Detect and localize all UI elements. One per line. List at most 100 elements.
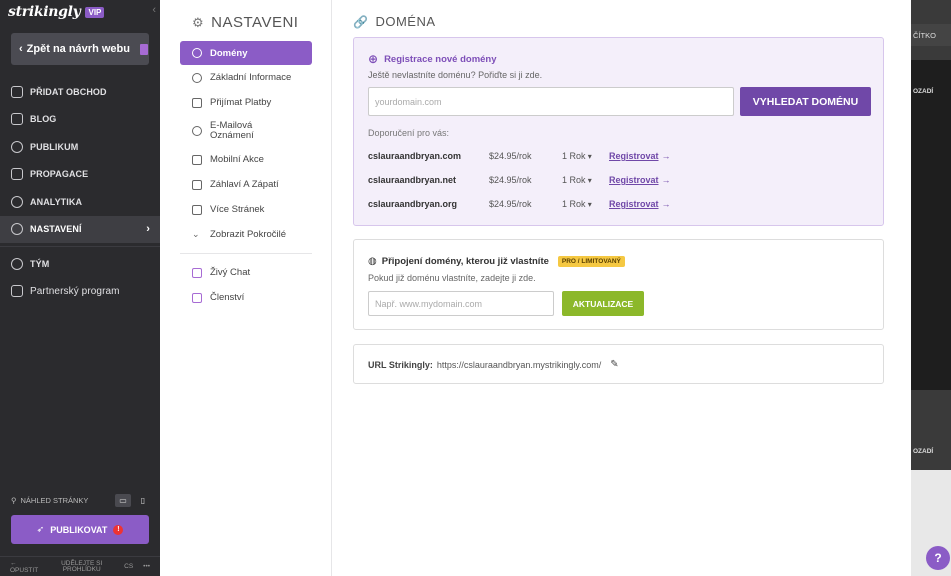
register-link[interactable]: Registrovat [609, 151, 671, 161]
settings-menu: ⚙ NASTAVENI Domény Základní Informace Př… [160, 0, 332, 576]
gear-icon [11, 223, 23, 236]
update-button[interactable]: AKTUALIZACE [562, 291, 644, 316]
edit-icon[interactable]: ✎ [610, 359, 618, 370]
register-link[interactable]: Registrovat [609, 175, 671, 185]
domain-price: $24.95/rok [489, 151, 532, 161]
back-label: Zpět na návrh webu [26, 43, 130, 55]
menu-item-label: E-Mailová Oznámení [210, 120, 254, 141]
sidebar-item-blog[interactable]: BLOG [0, 106, 160, 134]
suggestion-row: cslauraandbryan.net $24.95/rok 1 Rok Reg… [368, 175, 868, 187]
search-domain-button[interactable]: VYHLEDAT DOMÉNU [740, 87, 871, 116]
team-icon [11, 257, 23, 270]
logo[interactable]: strikingly [8, 4, 81, 20]
chevron-right-icon: › [146, 223, 150, 236]
menu-item-label: Živý Chat [210, 267, 251, 278]
sidebar-item-label: PŘIDAT OBCHOD [30, 86, 107, 97]
sidebar-item-analytics[interactable]: ANALYTIKA [0, 188, 160, 216]
menu-item-header-footer[interactable]: Záhlaví A Zápatí [180, 172, 312, 197]
connect-subtitle: Pokud již doménu vlastníte, zadejte ji z… [368, 273, 536, 283]
register-link[interactable]: Registrovat [609, 199, 671, 209]
chat-icon [192, 267, 202, 278]
strikingly-url-box: URL Strikingly: https://cslauraandbryan.… [353, 344, 884, 384]
domain-search-input[interactable]: yourdomain.com [368, 87, 734, 116]
menu-item-basic-info[interactable]: Základní Informace [180, 65, 312, 90]
menu-item-label: Záhlaví A Zápatí [210, 179, 279, 190]
page-title: 🔗 DOMÉNA [353, 14, 436, 29]
sidebar-item-label: PROPAGACE [30, 169, 89, 180]
register-subtitle: Ještě nevlastníte doménu? Pořiďte si ji … [368, 70, 543, 80]
suggested-domain: cslauraandbryan.org [368, 199, 458, 209]
suggestion-row: cslauraandbryan.com $24.95/rok 1 Rok Reg… [368, 151, 868, 163]
preview-label[interactable]: NÁHLED STRÁNKY [21, 496, 89, 505]
sidebar-item-settings[interactable]: NASTAVENÍ › [0, 215, 160, 243]
language-select[interactable]: CS [124, 563, 133, 570]
device-toggle: ▭ ▯ [115, 493, 151, 507]
collapse-icon[interactable]: ‹ [152, 4, 156, 16]
connect-domain-box: ◍ Připojení domény, kterou již vlastníte… [353, 239, 884, 330]
menu-item-label: Základní Informace [210, 72, 292, 83]
rocket-icon: ➶ [36, 524, 45, 534]
editor-background-label-2[interactable]: OZADÍ [911, 448, 951, 462]
menu-item-label: Mobilní Akce [210, 154, 264, 165]
logo-row: strikingly VIP ‹ [0, 0, 160, 24]
domain-price: $24.95/rok [489, 199, 532, 209]
mobile-icon[interactable]: ▯ [135, 494, 151, 507]
sidebar-item-promotion[interactable]: PROPAGACE [0, 161, 160, 189]
menu-item-label: Zobrazit Pokročilé [210, 229, 287, 240]
settings-panel: ⚙ NASTAVENI Domény Základní Informace Př… [160, 0, 911, 576]
url-value: https://cslauraandbryan.mystrikingly.com… [436, 359, 602, 370]
menu-item-membership[interactable]: Členství [180, 285, 312, 310]
url-label: URL Strikingly: [368, 359, 433, 370]
menu-item-label: Přijímat Platby [210, 97, 272, 108]
editor-background-label[interactable]: OZADÍ [911, 88, 951, 102]
settings-title-text: NASTAVENI [211, 14, 299, 31]
recommendation-label: Doporučení pro vás: [368, 128, 450, 138]
register-heading: ⊕ Registrace nové domény [368, 52, 497, 66]
settings-title: ⚙ NASTAVENI [192, 14, 298, 31]
leave-link[interactable]: ← OPUSTIT [10, 560, 39, 574]
register-heading-text: Registrace nové domény [384, 53, 497, 65]
sidebar-item-audience[interactable]: PUBLIKUM [0, 133, 160, 161]
term-select[interactable]: 1 Rok [562, 199, 592, 209]
more-icon[interactable]: ••• [143, 563, 150, 570]
sidebar-item-team[interactable]: TÝM [0, 250, 160, 278]
left-sidebar: strikingly VIP ‹ ‹ Zpět na návrh webu PŘ… [0, 0, 160, 576]
sidebar-item-partner[interactable]: Partnerský program [0, 278, 160, 306]
sidebar-item-store[interactable]: PŘIDAT OBCHOD [0, 78, 160, 106]
menu-item-email-notifications[interactable]: E-Mailová Oznámení [180, 115, 312, 147]
menu-item-mobile-actions[interactable]: Mobilní Akce [180, 147, 312, 172]
menu-item-show-advanced[interactable]: ⌄ Zobrazit Pokročilé [180, 222, 312, 247]
alert-icon: ! [113, 524, 124, 535]
editor-button-partial[interactable]: ČÍTKO [911, 24, 951, 46]
menu-item-live-chat[interactable]: Živý Chat [180, 260, 312, 285]
page-title-text: DOMÉNA [375, 14, 436, 29]
people-icon [11, 140, 23, 153]
menu-item-domains[interactable]: Domény [180, 41, 312, 65]
pages-icon [192, 204, 202, 215]
term-select[interactable]: 1 Rok [562, 151, 592, 161]
gear-icon: ⚙ [192, 14, 205, 30]
sidebar-item-label: TÝM [30, 258, 50, 269]
preview-row: ⚲ NÁHLED STRÁNKY ▭ ▯ [11, 493, 151, 507]
domain-price: $24.95/rok [489, 175, 532, 185]
info-icon [192, 72, 202, 83]
menu-item-payments[interactable]: Přijímat Platby [180, 90, 312, 115]
term-select[interactable]: 1 Rok [562, 175, 592, 185]
own-domain-input[interactable]: Např. www.mydomain.com [368, 291, 554, 316]
megaphone-icon [11, 168, 23, 181]
help-button[interactable]: ? [926, 546, 950, 570]
desktop-icon[interactable]: ▭ [115, 493, 131, 507]
editor-section-dark [911, 60, 951, 390]
connect-heading: ◍ Připojení domény, kterou již vlastníte… [368, 256, 625, 267]
menu-item-multiple-pages[interactable]: Více Stránek [180, 197, 312, 222]
pie-chart-icon [11, 195, 23, 208]
sidebar-item-label: BLOG [30, 114, 57, 125]
sidebar-item-label: Partnerský program [30, 285, 120, 297]
tour-link[interactable]: UDĚLEJTE SI PROHLÍDKU [49, 560, 114, 573]
suggestion-row: cslauraandbryan.org $24.95/rok 1 Rok Reg… [368, 199, 868, 211]
publish-button[interactable]: ➶ PUBLIKOVAT ! [11, 515, 149, 544]
pen-icon [11, 113, 23, 126]
url-row: URL Strikingly: https://cslauraandbryan.… [368, 359, 619, 370]
back-to-editor-button[interactable]: ‹ Zpět na návrh webu [11, 33, 149, 65]
chevron-down-icon: ⌄ [192, 229, 200, 239]
